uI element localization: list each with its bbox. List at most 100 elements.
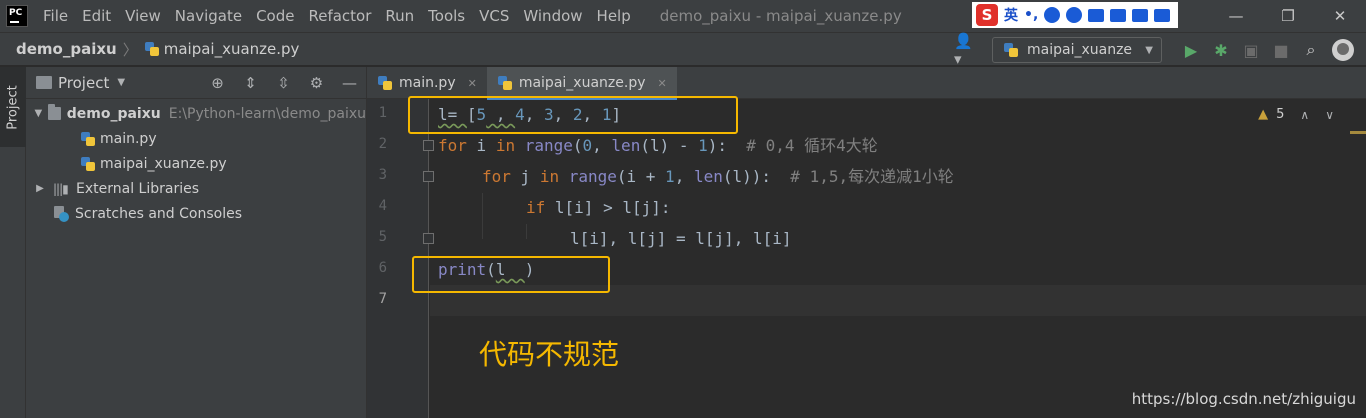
python-file-icon	[497, 75, 513, 91]
chevron-up-icon[interactable]: ∧	[1300, 108, 1309, 122]
minimize-button[interactable]: —	[1210, 0, 1262, 32]
menu-tools[interactable]: Tools	[421, 0, 472, 32]
breadcrumb-file[interactable]: maipai_xuanze.py	[164, 40, 300, 58]
code-token: for	[482, 167, 511, 186]
chevron-down-icon: ▼	[1145, 44, 1153, 56]
ime-toolbar[interactable]: S 英 •,	[972, 2, 1178, 28]
ime-menu-grid-icon[interactable]	[1154, 8, 1171, 22]
account-icon[interactable]: 👤▾	[954, 32, 978, 68]
gear-icon[interactable]: ⚙	[300, 74, 333, 92]
stop-icon[interactable]: ■	[1266, 41, 1296, 60]
breadcrumb-project[interactable]: demo_paixu	[16, 40, 117, 58]
code-line-2[interactable]: for i in range(0, len(l) - 1): # 0,4 循环4…	[438, 130, 878, 161]
ime-user-icon[interactable]	[1110, 8, 1127, 22]
menu-help[interactable]: Help	[590, 0, 638, 32]
chevron-down-icon[interactable]: ∨	[1325, 108, 1334, 122]
avatar[interactable]	[1332, 39, 1354, 61]
tab-label: main.py	[399, 75, 456, 91]
code-token: (	[572, 136, 583, 155]
breadcrumb-separator-icon: 〉	[122, 40, 138, 59]
menu-view[interactable]: View	[118, 0, 168, 32]
scratches-icon	[53, 205, 69, 222]
left-tool-strip: Project	[0, 67, 26, 418]
tab-maipai-xuanze-py[interactable]: maipai_xuanze.py ✕	[486, 67, 677, 100]
coverage-icon[interactable]: ▣	[1236, 41, 1266, 60]
chevron-right-icon[interactable]: ▶	[33, 183, 47, 194]
fold-marker-icon[interactable]	[423, 171, 434, 182]
fold-marker-icon[interactable]	[423, 140, 434, 151]
code-token: 1	[698, 136, 708, 155]
ime-punctuation[interactable]: •,	[1024, 7, 1038, 23]
menu-window[interactable]: Window	[516, 0, 589, 32]
code-token: ):	[707, 136, 747, 155]
python-file-icon	[377, 75, 393, 91]
keyboard-icon[interactable]	[1088, 8, 1105, 22]
inspection-widget[interactable]: ▲ 5 ∧ ∨	[1258, 107, 1334, 122]
warning-count: 5	[1276, 107, 1285, 122]
run-configuration-select[interactable]: maipai_xuanze ▼	[992, 37, 1162, 63]
watermark-url: https://blog.csdn.net/zhiguigu	[1131, 390, 1356, 408]
close-icon[interactable]: ✕	[657, 77, 666, 90]
ime-language[interactable]: 英	[1004, 5, 1018, 25]
python-file-icon	[80, 131, 96, 147]
warning-stripe-marker[interactable]	[1350, 131, 1366, 134]
fold-marker-icon[interactable]	[423, 233, 434, 244]
python-file-icon	[80, 156, 96, 172]
tree-item-main-py[interactable]: main.py	[26, 126, 366, 151]
sogou-logo-icon: S	[976, 4, 998, 26]
expand-all-icon[interactable]: ⇕	[234, 74, 267, 92]
tree-item-external-libraries[interactable]: ▶ |||▮ External Libraries	[26, 176, 366, 201]
code-token: for	[438, 136, 467, 155]
tree-item-maipai-xuanze-py[interactable]: maipai_xuanze.py	[26, 151, 366, 176]
code-token: range	[559, 167, 617, 186]
tree-item-scratches[interactable]: Scratches and Consoles	[26, 201, 366, 226]
code-line-4[interactable]: if l[i] > l[j]:	[526, 192, 671, 223]
line-number: 7	[378, 291, 387, 307]
menu-edit[interactable]: Edit	[75, 0, 118, 32]
window-controls: — ❐ ✕	[1210, 0, 1366, 32]
code-token: (l) -	[640, 136, 699, 155]
collapse-all-icon[interactable]: ⇳	[267, 74, 300, 92]
debug-bug-icon[interactable]: ✱	[1206, 41, 1236, 60]
pycharm-logo-icon: PC	[6, 5, 28, 27]
chevron-down-icon[interactable]: ▼	[33, 108, 44, 119]
tab-main-py[interactable]: main.py ✕	[367, 67, 487, 99]
line-number: 4	[378, 198, 387, 214]
project-panel: Project ▼ ⊕ ⇕ ⇳ ⚙ — ▼ demo_paixu E:\Pyth…	[26, 67, 367, 418]
project-tool-tab[interactable]: Project	[0, 67, 26, 147]
navigation-bar: demo_paixu 〉 maipai_xuanze.py 👤▾ maipai_…	[0, 32, 1366, 68]
restore-button[interactable]: ❐	[1262, 0, 1314, 32]
skin-shirt-icon[interactable]	[1132, 8, 1149, 22]
menu-navigate[interactable]: Navigate	[168, 0, 249, 32]
line-number: 5	[378, 229, 387, 245]
code-token: 1	[665, 167, 675, 186]
microphone-icon[interactable]	[1066, 7, 1083, 23]
code-line-3[interactable]: for j in range(i + 1, len(l)): # 1,5,每次递…	[482, 161, 954, 192]
code-comment: # 0,4 循环4大轮	[746, 136, 878, 155]
annotation-highlight-line-6	[412, 256, 610, 293]
menu-run[interactable]: Run	[378, 0, 421, 32]
code-comment: # 1,5,每次递减1小轮	[790, 167, 954, 186]
tree-item-project-root[interactable]: ▼ demo_paixu E:\Python-learn\demo_paixu	[26, 101, 366, 126]
line-number: 1	[378, 105, 387, 121]
menu-refactor[interactable]: Refactor	[301, 0, 378, 32]
menu-vcs[interactable]: VCS	[472, 0, 516, 32]
chevron-down-icon[interactable]: ▼	[117, 77, 125, 88]
locate-target-icon[interactable]: ⊕	[201, 74, 234, 92]
project-tree: ▼ demo_paixu E:\Python-learn\demo_paixu …	[26, 99, 366, 226]
code-token: if	[526, 198, 546, 217]
code-line-5[interactable]: l[i], l[j] = l[j], l[i]	[570, 223, 792, 254]
project-view-select[interactable]: Project	[58, 74, 109, 92]
run-icon[interactable]: ▶	[1176, 41, 1206, 60]
search-icon[interactable]: ⌕	[1296, 40, 1326, 60]
scratches-label: Scratches and Consoles	[75, 205, 242, 222]
close-icon[interactable]: ✕	[468, 77, 477, 90]
emoji-icon[interactable]	[1044, 7, 1061, 23]
code-token: l[i], l[j] = l[j], l[i]	[570, 229, 792, 248]
project-folder-icon	[36, 76, 52, 89]
hide-panel-icon[interactable]: —	[333, 74, 366, 92]
tab-label: maipai_xuanze.py	[518, 75, 646, 91]
close-button[interactable]: ✕	[1314, 0, 1366, 32]
menu-file[interactable]: File	[36, 0, 75, 32]
menu-code[interactable]: Code	[249, 0, 301, 32]
